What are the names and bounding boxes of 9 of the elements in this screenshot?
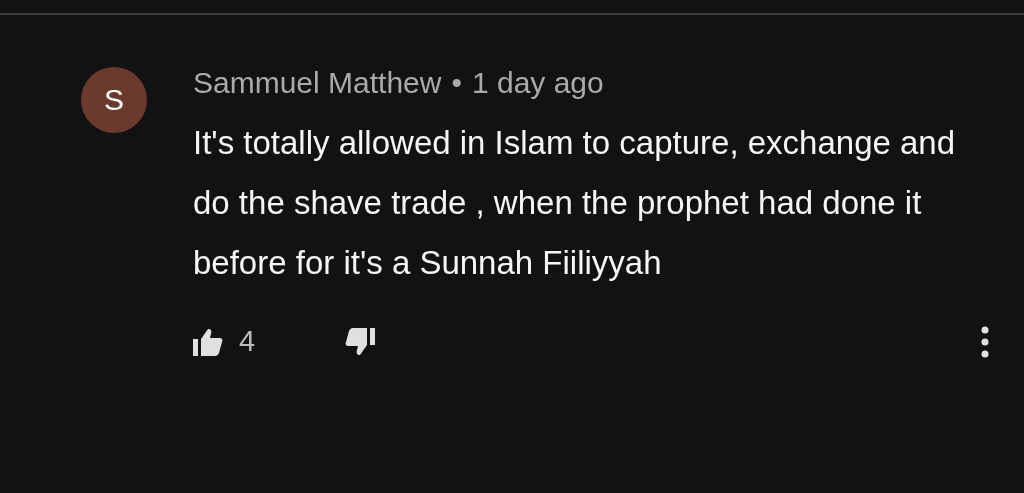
author-name[interactable]: Sammuel Matthew (193, 66, 442, 100)
avatar[interactable]: S (81, 67, 147, 133)
thumbs-down-icon[interactable] (345, 327, 376, 356)
separator-dot: • (451, 66, 462, 100)
like-count: 4 (239, 325, 256, 358)
comment-text: It's totally allowed in Islam to capture, exchange and do the shave trade , when the prophet had done it before for it's a Sunnah Fiiliyyah (193, 123, 957, 283)
comment-time: 1 day ago (471, 66, 604, 100)
more-options-icon[interactable] (980, 325, 990, 358)
thumbs-up-icon[interactable] (193, 327, 223, 356)
